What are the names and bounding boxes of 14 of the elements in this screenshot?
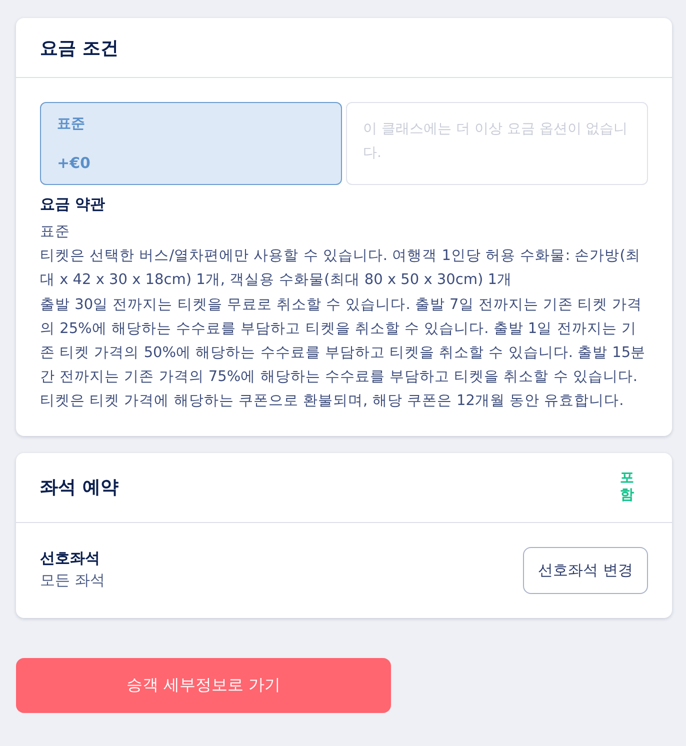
change-preference-button[interactable]: 선호좌석 변경 <box>523 546 648 594</box>
continue-button[interactable]: 승객 세부정보로 가기 <box>16 658 391 713</box>
included-label: 포함 <box>620 470 634 504</box>
terms-text: 티켓은 선택한 버스/열차편에만 사용할 수 있습니다. 여행객 1인당 허용 수화물: 손가방(최대 x 42 x 30 x 18cm) 1개, 객실용 수화물(최대 80 x 50 x 30cm) 1개 <box>40 247 642 290</box>
section-title: 요금 조건 <box>40 36 118 60</box>
terms-text: 표준 <box>40 223 71 242</box>
terms-title: 요금 약관 <box>40 195 106 214</box>
fare-name: 표준 <box>57 115 86 133</box>
fare-option[interactable]: 표준 +€0 <box>40 102 342 185</box>
seat-preference-label: 선호좌석 <box>40 548 101 568</box>
fare-price: +€0 <box>57 154 92 172</box>
section-title: 좌석 예약 <box>40 476 118 500</box>
terms-text: 출발 30일 전까지는 티켓을 무료로 취소할 수 있습니다. 출발 7일 전까지는 기존 티켓 가격의 25%에 해당하는 수수료를 부담하고 티켓을 취소할 수 있습니다. 출발 1일 전까지는 기존 티켓 가격의 50%에 해당하는 수수료를 부담하고 티켓을 취소할 수 있습니다. 출발 15분간 전까지는 기존 가격의 75%에 해당하는 수수료를 부담하고 티켓을 취소할 수 있습니다. 티켓은 티켓 가격에 해당하는 쿠폰으로 환불되며, 해당 쿠폰은 12개월 동안 유효합니다. <box>40 296 647 412</box>
seat-preference-value: 모든 좌석 <box>40 570 105 590</box>
